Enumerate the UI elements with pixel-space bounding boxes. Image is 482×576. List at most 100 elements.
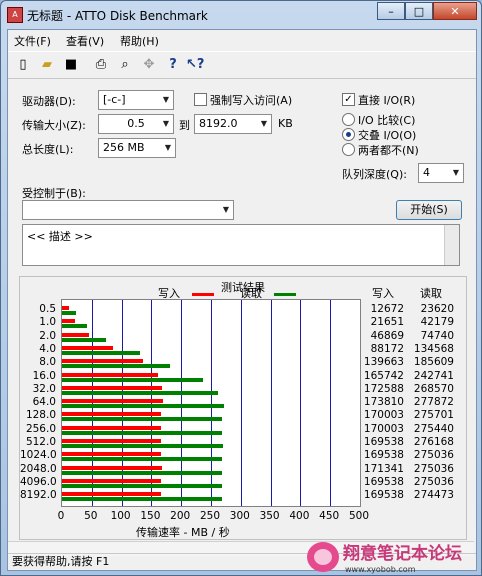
description-text: << 描述 >> [27, 230, 93, 243]
print-icon[interactable]: ⎙ [92, 56, 110, 74]
write-bar [62, 412, 161, 417]
chevron-down-icon: ▼ [162, 119, 170, 128]
read-value: 74740 [420, 329, 454, 342]
write-bar [62, 345, 114, 350]
y-tick-label: 4096.0 [20, 475, 57, 488]
write-value: 21651 [370, 316, 404, 329]
print-preview-icon[interactable]: ⌕ [116, 56, 134, 74]
read-value: 275440 [413, 422, 454, 435]
x-tick-label: 500 [348, 510, 370, 522]
context-help-icon[interactable]: ↖? [186, 56, 204, 74]
menu-help[interactable]: 帮助(H) [120, 33, 159, 49]
column-write-header: 写入 [372, 287, 394, 300]
direct-io-label: 直接 I/O(R) [358, 94, 416, 107]
y-tick-label: 256.0 [25, 422, 56, 435]
force-write-checkbox[interactable] [194, 93, 207, 106]
write-value: 169538 [363, 436, 404, 448]
read-bar [62, 470, 223, 475]
write-value: 171341 [363, 462, 404, 475]
drive-select[interactable]: [-c-] ▼ [98, 90, 174, 110]
write-bar [62, 332, 90, 337]
read-bar [62, 311, 76, 315]
menu-bar: 文件(F) 查看(V) 帮助(H) [8, 30, 476, 50]
read-bar [62, 350, 141, 355]
direct-io-checkbox[interactable]: ✓ [342, 93, 355, 106]
minimize-button[interactable]: – [377, 2, 405, 20]
gridline [240, 300, 242, 506]
open-icon[interactable]: ▰ [38, 56, 56, 74]
x-axis-title: 传输速率 - MB / 秒 [136, 526, 230, 539]
app-icon: A [7, 7, 23, 23]
x-tick-label: 400 [289, 510, 310, 522]
y-tick-label: 4.0 [39, 342, 56, 355]
gridline [300, 300, 302, 506]
start-button[interactable]: 开始(S) [396, 200, 462, 220]
read-bar [62, 483, 223, 488]
queue-depth-select[interactable]: 4 ▼ [418, 163, 464, 183]
gridline [211, 300, 212, 506]
io-compare-radio[interactable] [342, 113, 355, 126]
y-tick-label: 64.0 [32, 396, 56, 409]
write-bar [62, 359, 144, 364]
read-value: 268570 [413, 382, 454, 395]
controlled-by-label: 受控制于(B): [22, 187, 86, 200]
x-tick-label: 250 [199, 510, 221, 522]
save-icon[interactable]: ■ [62, 56, 80, 74]
chevron-down-icon: ▼ [162, 95, 170, 104]
write-bar [62, 492, 161, 497]
write-bar [62, 452, 161, 457]
read-bar [62, 457, 223, 462]
y-tick-label: 2048.0 [20, 462, 57, 475]
new-icon[interactable]: ▯ [14, 56, 32, 74]
move-icon[interactable]: ✥ [140, 56, 158, 74]
write-value: 88172 [370, 342, 404, 355]
read-value: 23620 [420, 303, 454, 315]
overlap-io-radio[interactable] [342, 128, 355, 141]
transfer-from-select[interactable]: 0.5 ▼ [98, 114, 174, 134]
x-tick-label: 50 [84, 510, 98, 522]
write-value: 170003 [363, 409, 404, 422]
y-tick-label: 1024.0 [20, 449, 57, 462]
drive-label: 驱动器(D): [22, 95, 76, 108]
neither-radio[interactable] [342, 143, 355, 156]
x-tick-label: 300 [229, 510, 250, 522]
write-bar [62, 399, 164, 404]
read-bar [62, 444, 223, 448]
x-tick-label: 200 [170, 510, 191, 522]
chevron-down-icon: ▼ [222, 205, 230, 214]
help-icon[interactable]: ? [164, 56, 182, 74]
y-tick-label: 8.0 [39, 356, 56, 369]
gridline [330, 300, 332, 506]
read-bar [62, 497, 222, 502]
queue-depth-label: 队列深度(Q): [342, 168, 407, 181]
client-area: 文件(F) 查看(V) 帮助(H) ▯ ▰ ■ ⎙ ⌕ ✥ ? ↖? 驱动器(D… [7, 29, 477, 571]
chevron-down-icon: ▼ [452, 168, 460, 177]
read-bar [62, 430, 223, 435]
y-tick-label: 8192.0 [20, 489, 57, 502]
description-box[interactable]: << 描述 >> [22, 224, 460, 266]
controlled-by-select[interactable]: ▼ [22, 200, 234, 220]
write-value: 46869 [370, 329, 404, 342]
close-button[interactable]: ✕ [433, 2, 477, 20]
write-value: 173810 [363, 396, 404, 409]
maximize-button[interactable]: □ [405, 2, 433, 20]
y-tick-label: 16.0 [32, 369, 56, 382]
title-bar[interactable]: A 无标题 - ATTO Disk Benchmark – □ ✕ [1, 1, 481, 29]
write-bar [62, 425, 161, 430]
legend-write-swatch [192, 293, 214, 296]
menu-view[interactable]: 查看(V) [66, 33, 104, 49]
x-tick-label: 100 [110, 510, 131, 522]
neither-label: 两者都不(N) [358, 144, 419, 157]
write-value: 169538 [363, 475, 404, 488]
description-scrollbar[interactable] [444, 225, 459, 265]
transfer-size-label: 传输大小(Z): [22, 119, 86, 132]
transfer-to-select[interactable]: 8192.0 ▼ [194, 114, 272, 134]
read-bar [62, 404, 224, 409]
menu-file[interactable]: 文件(F) [14, 33, 51, 49]
gridline [270, 300, 272, 506]
read-value: 275701 [413, 409, 454, 422]
write-value: 169538 [363, 449, 404, 462]
write-bar [62, 465, 162, 470]
total-length-select[interactable]: 256 MB ▼ [98, 138, 176, 158]
write-bar [62, 372, 159, 377]
